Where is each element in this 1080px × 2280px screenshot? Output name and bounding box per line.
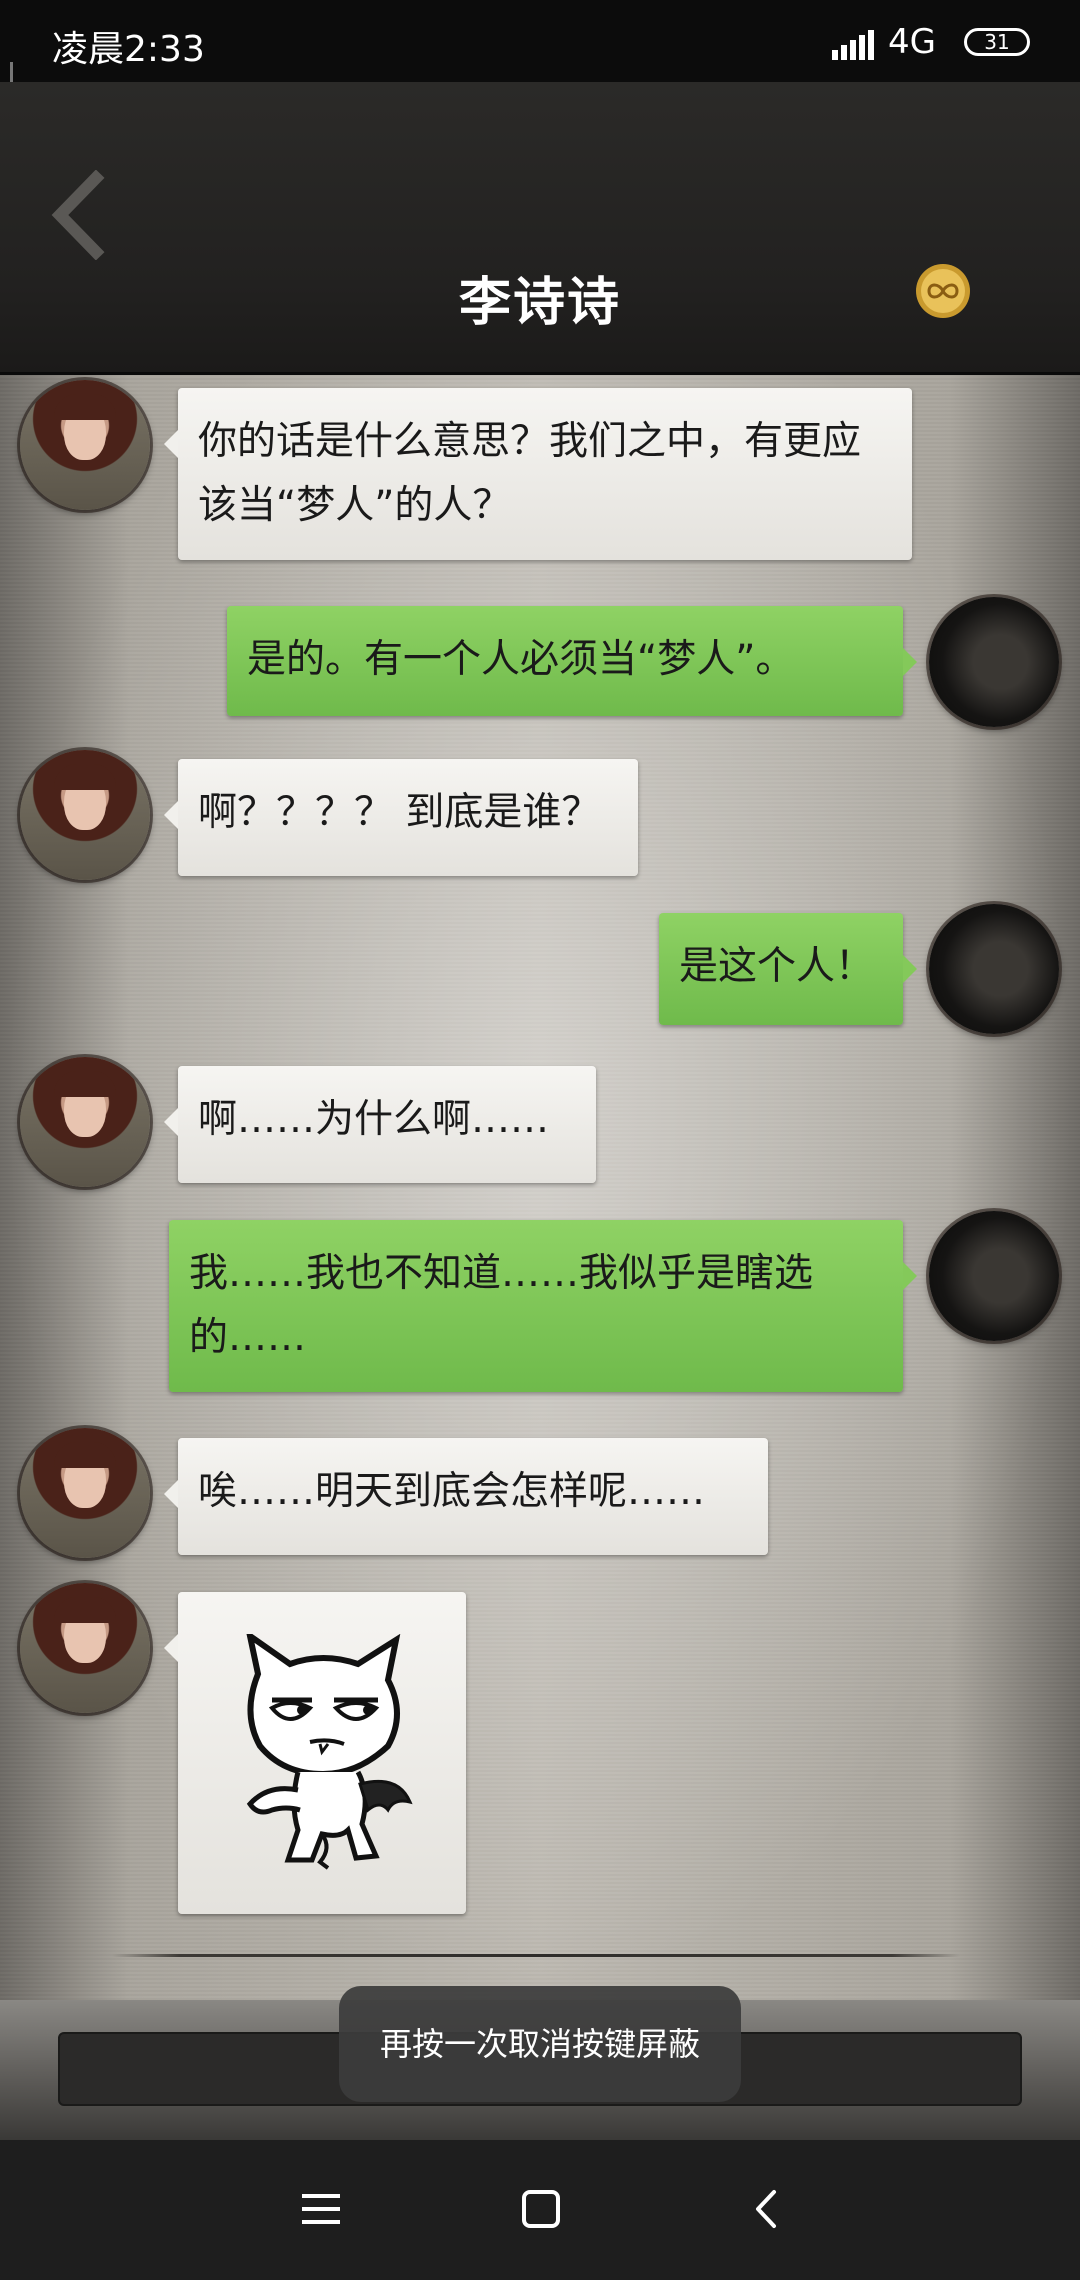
- outgoing-message-bubble[interactable]: 是的。有一个人必须当“梦人”。: [227, 606, 917, 716]
- self-avatar[interactable]: [929, 597, 1059, 727]
- contact-avatar[interactable]: [20, 380, 150, 510]
- toast-message: 再按一次取消按键屏蔽: [339, 1986, 741, 2102]
- self-avatar[interactable]: [929, 904, 1059, 1034]
- signal-strength-icon: [832, 30, 874, 60]
- contact-avatar[interactable]: [20, 750, 150, 880]
- network-type: 4G: [888, 22, 936, 62]
- contact-avatar[interactable]: [20, 1057, 150, 1187]
- home-square-icon[interactable]: [516, 2184, 566, 2234]
- incoming-message-bubble[interactable]: 啊……为什么啊……: [164, 1066, 596, 1183]
- chevron-left-icon[interactable]: [48, 170, 108, 260]
- gold-infinity-badge-icon[interactable]: [914, 262, 972, 320]
- menu-icon[interactable]: [296, 2184, 346, 2234]
- outgoing-message-bubble[interactable]: 我……我也不知道……我似乎是瞎选的……: [169, 1220, 917, 1392]
- incoming-message-bubble[interactable]: 你的话是什么意思？我们之中，有更应该当“梦人”的人？: [164, 388, 912, 560]
- smug-cat-devil-sticker: [246, 1634, 413, 1870]
- battery-icon: 31: [964, 28, 1030, 56]
- self-avatar[interactable]: [929, 1211, 1059, 1341]
- back-chevron-icon[interactable]: [742, 2184, 792, 2234]
- incoming-message-bubble[interactable]: 唉……明天到底会怎样呢……: [164, 1438, 768, 1555]
- outgoing-message-bubble[interactable]: 是这个人！: [659, 913, 917, 1025]
- chat-bottom-divider: [112, 1954, 960, 1957]
- battery-level: 31: [984, 30, 1010, 54]
- status-time: 凌晨2:33: [52, 29, 205, 70]
- contact-avatar[interactable]: [20, 1583, 150, 1713]
- status-bar: 凌晨2:33 4G 31: [0, 0, 1080, 82]
- contact-avatar[interactable]: [20, 1428, 150, 1558]
- incoming-message-bubble[interactable]: 啊？？？？ 到底是谁？: [164, 759, 638, 876]
- sticker-message-bubble[interactable]: [164, 1592, 466, 1914]
- system-nav-bar: [0, 2140, 1080, 2280]
